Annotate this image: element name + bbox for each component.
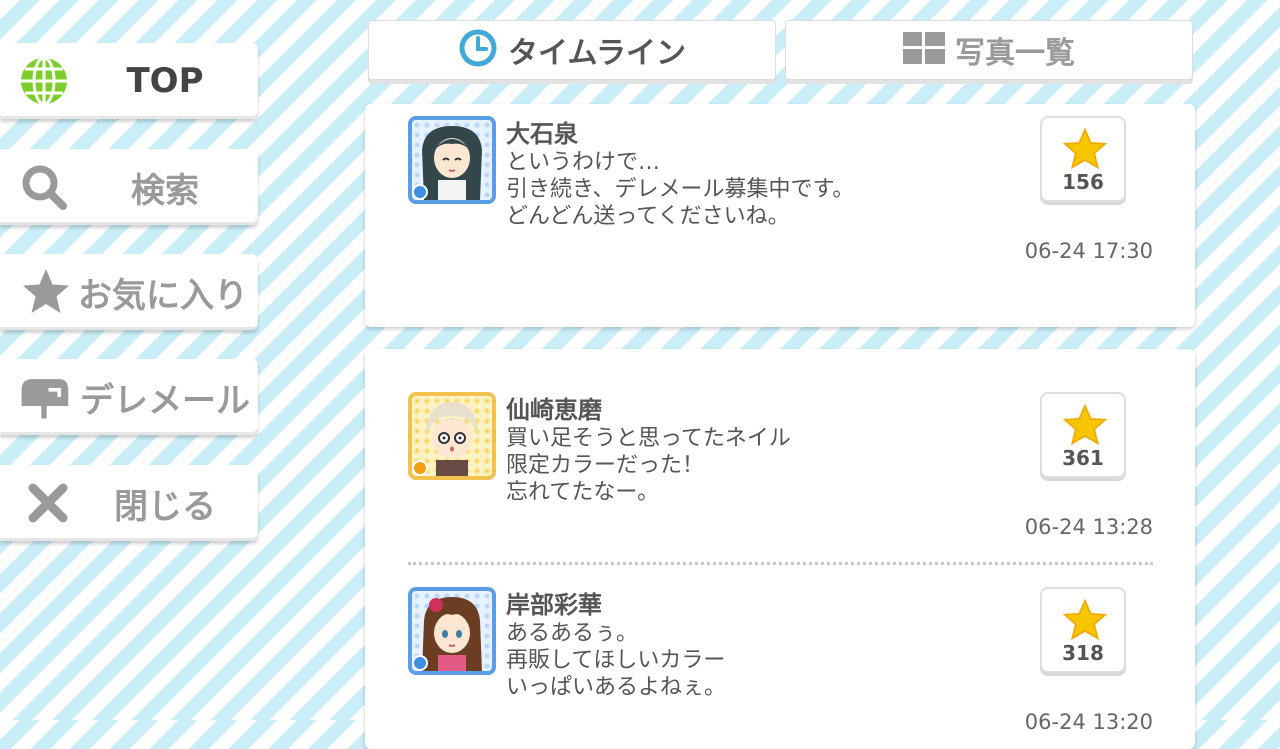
close-icon <box>22 477 74 529</box>
star-icon <box>1063 404 1107 446</box>
like-count: 156 <box>1062 170 1104 194</box>
post-author: 大石泉 <box>506 120 578 148</box>
sidebar-item-top[interactable]: TOP <box>0 43 258 119</box>
post-message: あるあるぅ。 再販してほしいカラー いっぱいあるよねぇ。 <box>506 621 727 700</box>
sidebar-item-label: お気に入り <box>78 275 248 316</box>
sidebar-item-search[interactable]: 検索 <box>0 149 258 225</box>
globe-icon <box>18 55 70 107</box>
sidebar-item-label: 閉じる <box>114 486 216 527</box>
post-timestamp: 06-24 13:28 <box>1024 515 1153 539</box>
mailbox-icon <box>18 371 70 423</box>
tab-timeline[interactable]: タイムライン <box>368 20 776 80</box>
timeline-post: 大石泉 というわけで… 引き続き、デレメール募集中です。 どんどん送ってください… <box>408 116 1153 316</box>
post-author: 仙崎恵磨 <box>506 396 602 424</box>
sidebar-item-label: 検索 <box>131 170 199 211</box>
post-message: というわけで… 引き続き、デレメール募集中です。 どんどん送ってくださいね。 <box>506 150 855 229</box>
post-timestamp: 06-24 17:30 <box>1024 239 1153 263</box>
sidebar-item-label: TOP <box>126 61 204 101</box>
like-count: 361 <box>1062 446 1104 470</box>
avatar[interactable] <box>408 392 496 480</box>
star-icon <box>1063 599 1107 641</box>
post-timestamp: 06-24 13:20 <box>1024 710 1153 734</box>
post-message: 買い足そうと思ってたネイル 限定カラーだった！ 忘れてたなー。 <box>506 426 791 505</box>
clock-icon <box>458 28 498 72</box>
grid-icon <box>903 32 945 68</box>
sidebar-item-close[interactable]: 閉じる <box>0 465 258 541</box>
avatar[interactable] <box>408 116 496 204</box>
like-button[interactable]: 318 <box>1040 587 1126 673</box>
timeline-card: 大石泉 というわけで… 引き続き、デレメール募集中です。 どんどん送ってください… <box>365 104 1195 327</box>
timeline-card: 仙崎恵磨 買い足そうと思ってたネイル 限定カラーだった！ 忘れてたなー。 361… <box>365 349 1195 749</box>
star-icon <box>1063 128 1107 170</box>
tab-photos[interactable]: 写真一覧 <box>785 20 1193 80</box>
avatar[interactable] <box>408 587 496 675</box>
tab-label: 写真一覧 <box>955 36 1075 71</box>
rank-badge-icon <box>412 184 428 200</box>
like-button[interactable]: 361 <box>1040 392 1126 478</box>
sidebar-item-favorites[interactable]: お気に入り <box>0 254 258 330</box>
like-count: 318 <box>1062 641 1104 665</box>
post-divider <box>408 562 1153 565</box>
post-author: 岸部彩華 <box>506 591 602 619</box>
star-icon <box>20 266 72 318</box>
sidebar-item-deremail[interactable]: デレメール <box>0 359 258 435</box>
like-button[interactable]: 156 <box>1040 116 1126 202</box>
tab-label: タイムライン <box>508 36 686 71</box>
timeline-post: 仙崎恵磨 買い足そうと思ってたネイル 限定カラーだった！ 忘れてたなー。 361… <box>408 392 1153 542</box>
sidebar-item-label: デレメール <box>80 380 250 421</box>
rank-badge-icon <box>412 460 428 476</box>
search-icon <box>18 161 70 213</box>
timeline-post: 岸部彩華 あるあるぅ。 再販してほしいカラー いっぱいあるよねぇ。 318 06… <box>408 587 1153 737</box>
rank-badge-icon <box>412 655 428 671</box>
